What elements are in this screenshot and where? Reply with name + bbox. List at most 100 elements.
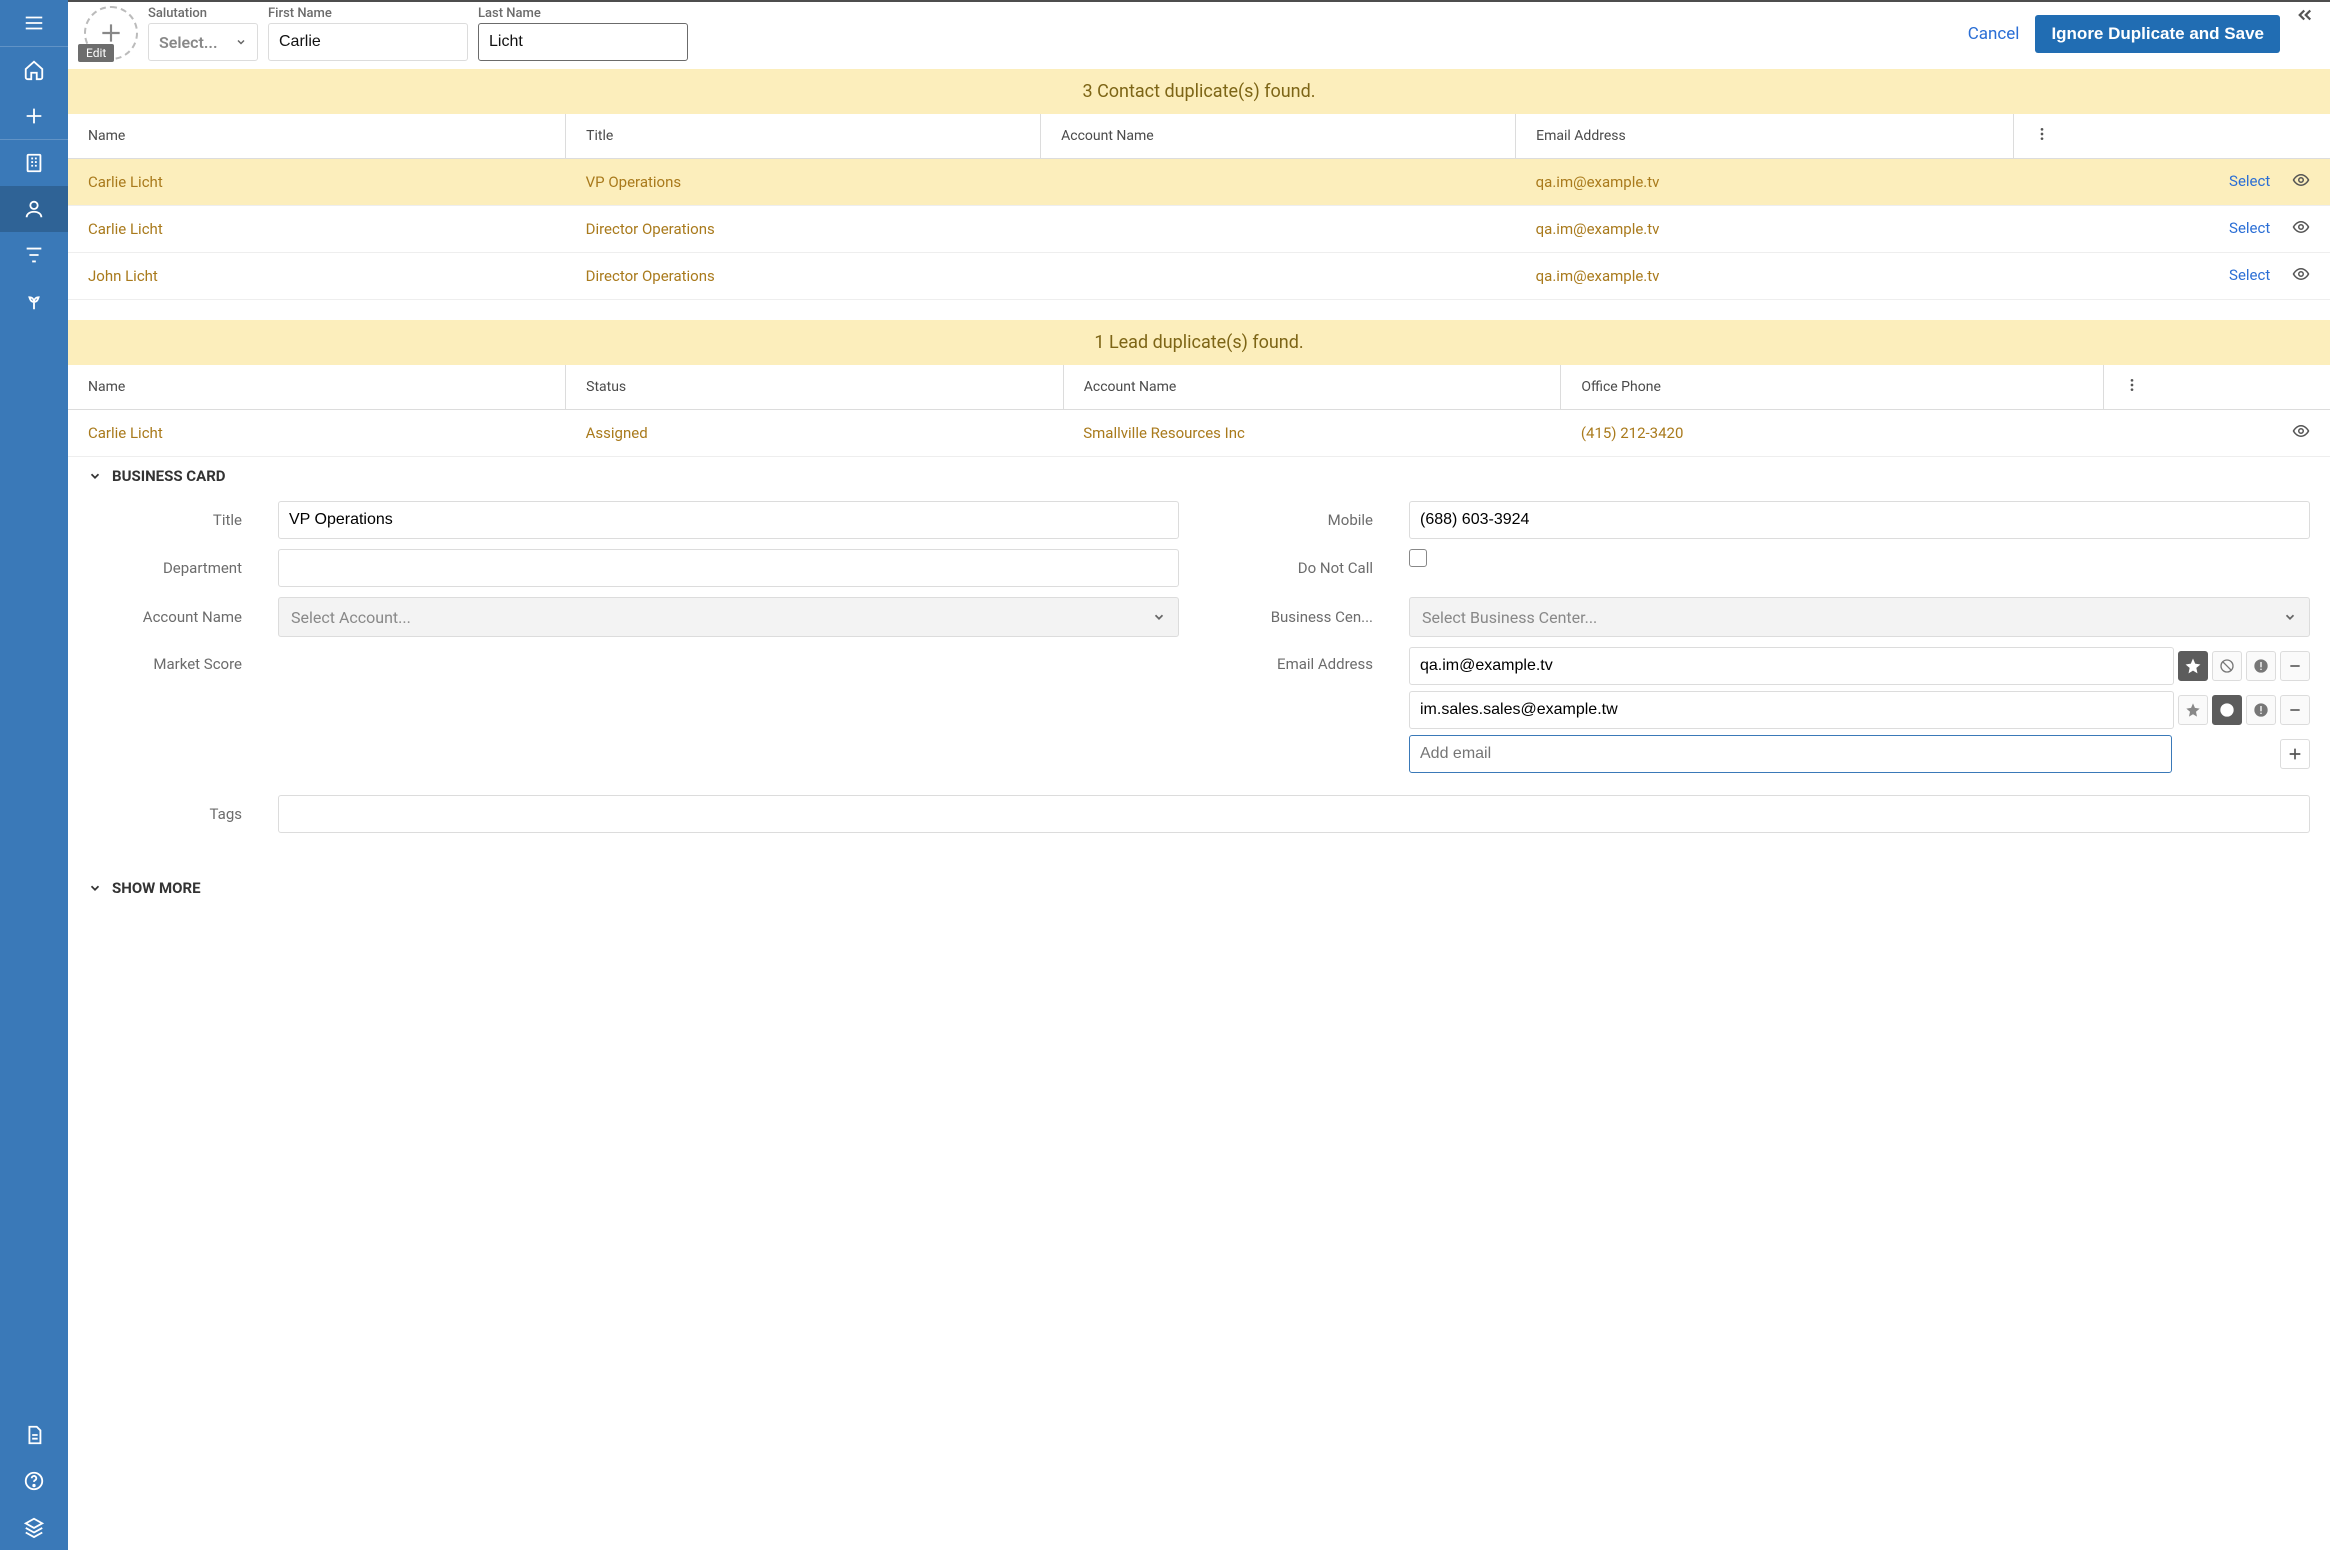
contact-email: qa.im@example.tv: [1516, 159, 2014, 206]
section-title: SHOW MORE: [112, 879, 201, 897]
preview-button[interactable]: [2292, 422, 2310, 444]
contact-email: qa.im@example.tv: [1516, 206, 2014, 253]
email-optout-button[interactable]: [2212, 651, 2242, 681]
chevron-down-icon: [1152, 610, 1166, 624]
select-link[interactable]: Select: [2229, 219, 2270, 237]
tags-row: Tags: [68, 789, 2330, 839]
business-center-select[interactable]: Select Business Center...: [1409, 597, 2310, 637]
plus-icon: [2287, 746, 2303, 762]
eye-icon: [2292, 218, 2310, 236]
title-label: Title: [88, 511, 248, 529]
add-email-button[interactable]: [2280, 739, 2310, 769]
plus-icon: [23, 105, 45, 127]
more-vertical-icon: [2034, 126, 2050, 142]
star-icon: [2185, 702, 2201, 718]
email-remove-button[interactable]: [2280, 695, 2310, 725]
select-link[interactable]: Select: [2229, 266, 2270, 284]
contact-name[interactable]: Carlie Licht: [68, 159, 566, 206]
collapse-panel-button[interactable]: [2296, 6, 2314, 28]
tags-label: Tags: [88, 805, 248, 823]
first-name-label: First Name: [268, 6, 468, 21]
email-input-2[interactable]: [1409, 691, 2174, 729]
email-invalid-button[interactable]: [2246, 695, 2276, 725]
account-select[interactable]: Select Account...: [278, 597, 1179, 637]
preview-button[interactable]: [2292, 265, 2310, 287]
edit-header: Edit Salutation Select... First Name Las…: [68, 2, 2330, 69]
email-label: Email Address: [1209, 647, 1379, 673]
lead-row: Carlie Licht Assigned Smallville Resourc…: [68, 410, 2330, 457]
contact-account: [1041, 159, 1516, 206]
contacts-duplicate-banner: 3 Contact duplicate(s) found.: [68, 69, 2330, 114]
th-name[interactable]: Name: [68, 114, 566, 159]
th-email[interactable]: Email Address: [1516, 114, 2014, 159]
eye-icon: [2292, 265, 2310, 283]
business-center-label: Business Cen...: [1209, 608, 1379, 626]
email-primary-button[interactable]: [2178, 651, 2208, 681]
cancel-link[interactable]: Cancel: [1968, 24, 2020, 44]
account-label: Account Name: [88, 608, 248, 626]
last-name-input[interactable]: [478, 23, 688, 61]
sidebar-docs[interactable]: [0, 1412, 68, 1458]
section-business-card[interactable]: BUSINESS CARD: [68, 457, 2330, 495]
sidebar-home[interactable]: [0, 47, 68, 93]
sidebar-hamburger[interactable]: [0, 0, 68, 46]
email-input-1[interactable]: [1409, 647, 2174, 685]
contact-name[interactable]: John Licht: [68, 253, 566, 300]
avatar-upload[interactable]: Edit: [84, 6, 138, 60]
table-more-button[interactable]: [2034, 130, 2050, 146]
th-name[interactable]: Name: [68, 365, 566, 410]
more-vertical-icon: [2124, 377, 2140, 393]
lead-phone: (415) 212-3420: [1561, 410, 2104, 457]
add-email-input[interactable]: [1409, 735, 2172, 773]
mobile-label: Mobile: [1209, 511, 1379, 529]
avatar-plus-icon: [98, 20, 124, 46]
lead-name[interactable]: Carlie Licht: [68, 410, 566, 457]
select-link[interactable]: Select: [2229, 172, 2270, 190]
email-remove-button[interactable]: [2280, 651, 2310, 681]
bc-placeholder: Select Business Center...: [1422, 608, 1597, 627]
sidebar-filter[interactable]: [0, 232, 68, 278]
sidebar-help[interactable]: [0, 1458, 68, 1504]
contact-email: qa.im@example.tv: [1516, 253, 2014, 300]
contact-account: [1041, 206, 1516, 253]
section-show-more[interactable]: SHOW MORE: [68, 869, 2330, 907]
sidebar-leads[interactable]: [0, 278, 68, 324]
lead-account: Smallville Resources Inc: [1063, 410, 1561, 457]
main-content: Edit Salutation Select... First Name Las…: [68, 0, 2330, 1550]
first-name-input[interactable]: [268, 23, 468, 61]
ignore-and-save-button[interactable]: Ignore Duplicate and Save: [2035, 15, 2280, 53]
th-actions: [2104, 365, 2330, 410]
mobile-input[interactable]: [1409, 501, 2310, 539]
contact-name[interactable]: Carlie Licht: [68, 206, 566, 253]
chevron-down-icon: [88, 881, 102, 895]
chevron-down-icon: [88, 469, 102, 483]
dnc-checkbox[interactable]: [1409, 549, 1427, 567]
filter-icon: [23, 244, 45, 266]
sidebar-create[interactable]: [0, 93, 68, 139]
email-invalid-button[interactable]: [2246, 651, 2276, 681]
th-account[interactable]: Account Name: [1063, 365, 1561, 410]
department-input[interactable]: [278, 549, 1179, 587]
title-input[interactable]: [278, 501, 1179, 539]
sidebar-stack[interactable]: [0, 1504, 68, 1550]
table-more-button[interactable]: [2124, 381, 2140, 397]
email-optout-button[interactable]: [2212, 695, 2242, 725]
th-phone[interactable]: Office Phone: [1561, 365, 2104, 410]
tags-input[interactable]: [278, 795, 2310, 833]
alert-icon: [2253, 658, 2269, 674]
email-primary-button[interactable]: [2178, 695, 2208, 725]
chevrons-left-icon: [2296, 6, 2314, 24]
th-status[interactable]: Status: [566, 365, 1064, 410]
edit-badge: Edit: [78, 44, 114, 62]
th-title[interactable]: Title: [566, 114, 1041, 159]
preview-button[interactable]: [2292, 171, 2310, 193]
salutation-select[interactable]: Select...: [148, 23, 258, 61]
preview-button[interactable]: [2292, 218, 2310, 240]
lead-status: Assigned: [566, 410, 1064, 457]
sidebar-accounts[interactable]: [0, 140, 68, 186]
contact-row: Carlie Licht VP Operations qa.im@example…: [68, 159, 2330, 206]
th-account[interactable]: Account Name: [1041, 114, 1516, 159]
person-icon: [23, 198, 45, 220]
sidebar-contacts[interactable]: [0, 186, 68, 232]
alert-icon: [2253, 702, 2269, 718]
